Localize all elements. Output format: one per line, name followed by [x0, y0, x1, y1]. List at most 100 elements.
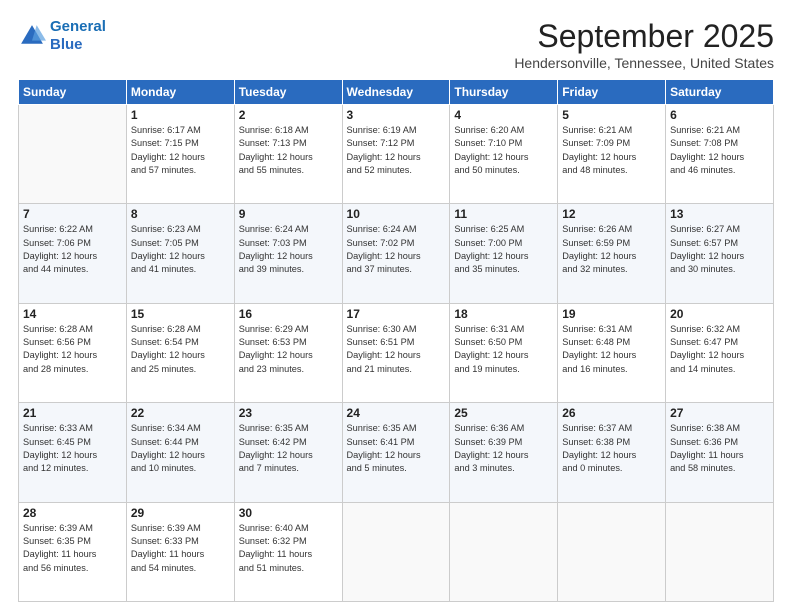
- day-cell: 5 Sunrise: 6:21 AM Sunset: 7:09 PM Daylig…: [558, 105, 666, 204]
- col-header-saturday: Saturday: [666, 80, 774, 105]
- day-cell: 12Sunrise: 6:26 AM Sunset: 6:59 PM Dayli…: [558, 204, 666, 303]
- day-number: 15: [131, 307, 230, 321]
- day-info: Sunrise: 6:21 AM Sunset: 7:08 PM Dayligh…: [670, 124, 769, 177]
- day-info: Sunrise: 6:17 AM Sunset: 7:15 PM Dayligh…: [131, 124, 230, 177]
- day-cell: 10Sunrise: 6:24 AM Sunset: 7:02 PM Dayli…: [342, 204, 450, 303]
- day-cell: 28 Sunrise: 6:39 AM Sunset: 6:35 PM Dayli…: [19, 502, 127, 601]
- logo-blue: Blue: [50, 36, 106, 54]
- day-info: Sunrise: 6:20 AM Sunset: 7:10 PM Dayligh…: [454, 124, 553, 177]
- day-cell: [19, 105, 127, 204]
- day-number: 19: [562, 307, 661, 321]
- day-info: Sunrise: 6:39 AM Sunset: 6:33 PM Dayligh…: [131, 522, 230, 575]
- day-info: Sunrise: 6:21 AM Sunset: 7:09 PM Dayligh…: [562, 124, 661, 177]
- day-number: 9: [239, 207, 338, 221]
- day-number: 11: [454, 207, 553, 221]
- day-cell: 14 Sunrise: 6:28 AM Sunset: 6:56 PM Dayli…: [19, 303, 127, 402]
- day-number: 27: [670, 406, 769, 420]
- col-header-thursday: Thursday: [450, 80, 558, 105]
- day-number: 30: [239, 506, 338, 520]
- day-cell: [558, 502, 666, 601]
- title-block: September 2025 Hendersonville, Tennessee…: [514, 18, 774, 71]
- day-number: 1: [131, 108, 230, 122]
- day-number: 18: [454, 307, 553, 321]
- day-number: 29: [131, 506, 230, 520]
- day-cell: 9 Sunrise: 6:24 AM Sunset: 7:03 PM Daylig…: [234, 204, 342, 303]
- day-cell: 2Sunrise: 6:18 AM Sunset: 7:13 PM Daylig…: [234, 105, 342, 204]
- day-cell: 7 Sunrise: 6:22 AM Sunset: 7:06 PM Daylig…: [19, 204, 127, 303]
- day-cell: 22Sunrise: 6:34 AM Sunset: 6:44 PM Dayli…: [126, 403, 234, 502]
- day-cell: 27 Sunrise: 6:38 AM Sunset: 6:36 PM Dayli…: [666, 403, 774, 502]
- day-number: 24: [347, 406, 446, 420]
- day-info: Sunrise: 6:23 AM Sunset: 7:05 PM Dayligh…: [131, 223, 230, 276]
- day-number: 5: [562, 108, 661, 122]
- day-number: 7: [23, 207, 122, 221]
- week-row-3: 14 Sunrise: 6:28 AM Sunset: 6:56 PM Dayli…: [19, 303, 774, 402]
- day-info: Sunrise: 6:22 AM Sunset: 7:06 PM Dayligh…: [23, 223, 122, 276]
- day-cell: 30 Sunrise: 6:40 AM Sunset: 6:32 PM Dayli…: [234, 502, 342, 601]
- week-row-2: 7 Sunrise: 6:22 AM Sunset: 7:06 PM Daylig…: [19, 204, 774, 303]
- day-info: Sunrise: 6:38 AM Sunset: 6:36 PM Dayligh…: [670, 422, 769, 475]
- day-cell: 3 Sunrise: 6:19 AM Sunset: 7:12 PM Daylig…: [342, 105, 450, 204]
- col-header-monday: Monday: [126, 80, 234, 105]
- logo: General Blue: [18, 18, 106, 54]
- day-info: Sunrise: 6:33 AM Sunset: 6:45 PM Dayligh…: [23, 422, 122, 475]
- day-info: Sunrise: 6:24 AM Sunset: 7:03 PM Dayligh…: [239, 223, 338, 276]
- day-number: 14: [23, 307, 122, 321]
- day-number: 10: [347, 207, 446, 221]
- day-cell: 24Sunrise: 6:35 AM Sunset: 6:41 PM Dayli…: [342, 403, 450, 502]
- day-cell: 17Sunrise: 6:30 AM Sunset: 6:51 PM Dayli…: [342, 303, 450, 402]
- header: General Blue September 2025 Hendersonvil…: [18, 18, 774, 71]
- day-info: Sunrise: 6:39 AM Sunset: 6:35 PM Dayligh…: [23, 522, 122, 575]
- day-number: 25: [454, 406, 553, 420]
- day-info: Sunrise: 6:19 AM Sunset: 7:12 PM Dayligh…: [347, 124, 446, 177]
- day-cell: 15Sunrise: 6:28 AM Sunset: 6:54 PM Dayli…: [126, 303, 234, 402]
- day-cell: [450, 502, 558, 601]
- day-cell: 26Sunrise: 6:37 AM Sunset: 6:38 PM Dayli…: [558, 403, 666, 502]
- day-info: Sunrise: 6:34 AM Sunset: 6:44 PM Dayligh…: [131, 422, 230, 475]
- day-info: Sunrise: 6:25 AM Sunset: 7:00 PM Dayligh…: [454, 223, 553, 276]
- day-info: Sunrise: 6:31 AM Sunset: 6:50 PM Dayligh…: [454, 323, 553, 376]
- day-number: 20: [670, 307, 769, 321]
- day-number: 13: [670, 207, 769, 221]
- day-number: 23: [239, 406, 338, 420]
- day-cell: 6 Sunrise: 6:21 AM Sunset: 7:08 PM Daylig…: [666, 105, 774, 204]
- day-cell: 23 Sunrise: 6:35 AM Sunset: 6:42 PM Dayli…: [234, 403, 342, 502]
- page: General Blue September 2025 Hendersonvil…: [0, 0, 792, 612]
- day-cell: [666, 502, 774, 601]
- day-cell: 25 Sunrise: 6:36 AM Sunset: 6:39 PM Dayli…: [450, 403, 558, 502]
- day-number: 17: [347, 307, 446, 321]
- week-row-1: 1 Sunrise: 6:17 AM Sunset: 7:15 PM Daylig…: [19, 105, 774, 204]
- col-header-sunday: Sunday: [19, 80, 127, 105]
- day-cell: 13 Sunrise: 6:27 AM Sunset: 6:57 PM Dayli…: [666, 204, 774, 303]
- day-number: 28: [23, 506, 122, 520]
- col-header-tuesday: Tuesday: [234, 80, 342, 105]
- day-info: Sunrise: 6:29 AM Sunset: 6:53 PM Dayligh…: [239, 323, 338, 376]
- day-cell: 20Sunrise: 6:32 AM Sunset: 6:47 PM Dayli…: [666, 303, 774, 402]
- location: Hendersonville, Tennessee, United States: [514, 55, 774, 71]
- day-cell: 1 Sunrise: 6:17 AM Sunset: 7:15 PM Daylig…: [126, 105, 234, 204]
- day-cell: [342, 502, 450, 601]
- day-info: Sunrise: 6:35 AM Sunset: 6:42 PM Dayligh…: [239, 422, 338, 475]
- day-cell: 16 Sunrise: 6:29 AM Sunset: 6:53 PM Dayli…: [234, 303, 342, 402]
- day-number: 8: [131, 207, 230, 221]
- day-cell: 18 Sunrise: 6:31 AM Sunset: 6:50 PM Dayli…: [450, 303, 558, 402]
- day-info: Sunrise: 6:28 AM Sunset: 6:56 PM Dayligh…: [23, 323, 122, 376]
- day-info: Sunrise: 6:31 AM Sunset: 6:48 PM Dayligh…: [562, 323, 661, 376]
- day-info: Sunrise: 6:37 AM Sunset: 6:38 PM Dayligh…: [562, 422, 661, 475]
- logo-icon: [18, 22, 46, 50]
- day-cell: 11 Sunrise: 6:25 AM Sunset: 7:00 PM Dayli…: [450, 204, 558, 303]
- day-cell: 4Sunrise: 6:20 AM Sunset: 7:10 PM Daylig…: [450, 105, 558, 204]
- day-info: Sunrise: 6:27 AM Sunset: 6:57 PM Dayligh…: [670, 223, 769, 276]
- day-cell: 8 Sunrise: 6:23 AM Sunset: 7:05 PM Daylig…: [126, 204, 234, 303]
- day-cell: 29 Sunrise: 6:39 AM Sunset: 6:33 PM Dayli…: [126, 502, 234, 601]
- week-row-5: 28 Sunrise: 6:39 AM Sunset: 6:35 PM Dayli…: [19, 502, 774, 601]
- day-info: Sunrise: 6:26 AM Sunset: 6:59 PM Dayligh…: [562, 223, 661, 276]
- day-number: 16: [239, 307, 338, 321]
- week-row-4: 21Sunrise: 6:33 AM Sunset: 6:45 PM Dayli…: [19, 403, 774, 502]
- col-header-friday: Friday: [558, 80, 666, 105]
- day-number: 6: [670, 108, 769, 122]
- col-header-wednesday: Wednesday: [342, 80, 450, 105]
- day-info: Sunrise: 6:36 AM Sunset: 6:39 PM Dayligh…: [454, 422, 553, 475]
- day-number: 3: [347, 108, 446, 122]
- day-info: Sunrise: 6:40 AM Sunset: 6:32 PM Dayligh…: [239, 522, 338, 575]
